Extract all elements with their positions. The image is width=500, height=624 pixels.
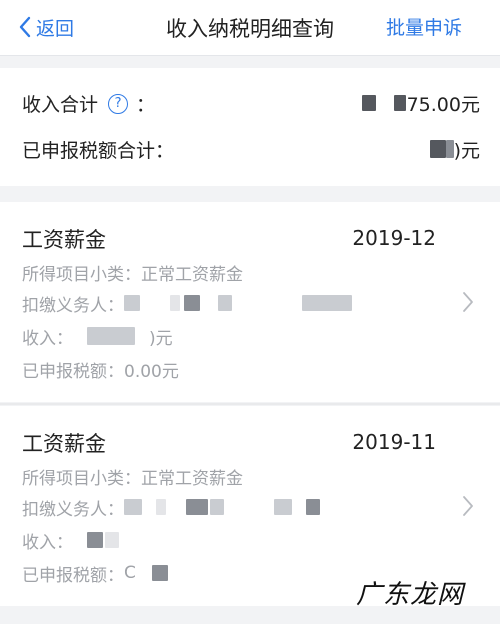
income-total-value-text: 75.00元 (406, 93, 480, 116)
income-label: 收入： (22, 328, 73, 349)
income-total-value: 75.00元 (361, 90, 480, 116)
withholder-label: 扣缴义务人： (22, 295, 124, 316)
redaction-block (124, 295, 140, 311)
site-watermark: 广东龙网 (355, 580, 464, 610)
redaction-block (445, 140, 454, 158)
income-label: 收入： (22, 532, 73, 553)
record-subtype: 所得项目小类：正常工资薪金 (22, 468, 243, 489)
redaction-block (124, 499, 142, 515)
record-tax: 已申报税额： C (22, 561, 168, 586)
redaction-block (186, 499, 208, 515)
question-circle-icon[interactable]: ? (108, 93, 129, 114)
tax-total-value: )元 (429, 136, 480, 162)
record-period: 2019-11 (352, 430, 436, 454)
redaction-block (87, 532, 103, 548)
record-category: 工资薪金 (22, 432, 106, 456)
batch-appeal-button[interactable]: 批量申诉 (386, 13, 462, 40)
redaction-block (210, 499, 224, 515)
record-income: 收入： )元 (22, 324, 173, 349)
tax-label: 已申报税额： (22, 565, 124, 586)
redaction-block (151, 565, 168, 581)
tax-total-row: 已申报税额合计： )元 (22, 136, 480, 166)
redaction-block (156, 499, 166, 515)
record-income: 收入： (22, 528, 119, 553)
record-withholder: 扣缴义务人： (22, 291, 352, 316)
chevron-right-icon (463, 496, 473, 516)
income-value-tail: )元 (149, 328, 173, 349)
redaction-block (393, 95, 406, 111)
nav-bar: 返回 收入纳税明细查询 批量申诉 (0, 0, 500, 56)
record-item-2019-12[interactable]: 工资薪金 2019-12 所得项目小类：正常工资薪金 扣缴义务人： 收入： )元… (0, 202, 500, 402)
income-total-label: 收入合计 (22, 94, 99, 116)
record-period: 2019-12 (352, 226, 436, 250)
redaction-block (170, 295, 180, 311)
redaction-block (306, 499, 320, 515)
record-category: 工资薪金 (22, 228, 106, 252)
chevron-right-icon (463, 292, 473, 312)
tax-total-value-text: )元 (453, 139, 480, 162)
redaction-block (87, 327, 135, 345)
redaction-block (218, 295, 232, 311)
redaction-block (274, 499, 292, 515)
tax-total-label: 已申报税额合计： (22, 140, 175, 162)
record-withholder: 扣缴义务人： (22, 495, 320, 520)
redaction-block (302, 295, 352, 311)
redaction-block (361, 95, 376, 111)
divider (0, 403, 500, 405)
withholder-label: 扣缴义务人： (22, 499, 124, 520)
record-tax: 已申报税额：0.00元 (22, 361, 179, 382)
redaction-block (184, 295, 200, 311)
tax-value-tail: C (124, 563, 136, 583)
summary-card: 收入合计 ? ： 75.00元 已申报税额合计： )元 (0, 68, 500, 186)
record-subtype: 所得项目小类：正常工资薪金 (22, 264, 243, 285)
income-total-colon: ： (136, 94, 156, 116)
redaction-block (429, 140, 446, 158)
redaction-block (105, 532, 119, 548)
income-total-row: 收入合计 ? ： 75.00元 (22, 90, 480, 120)
